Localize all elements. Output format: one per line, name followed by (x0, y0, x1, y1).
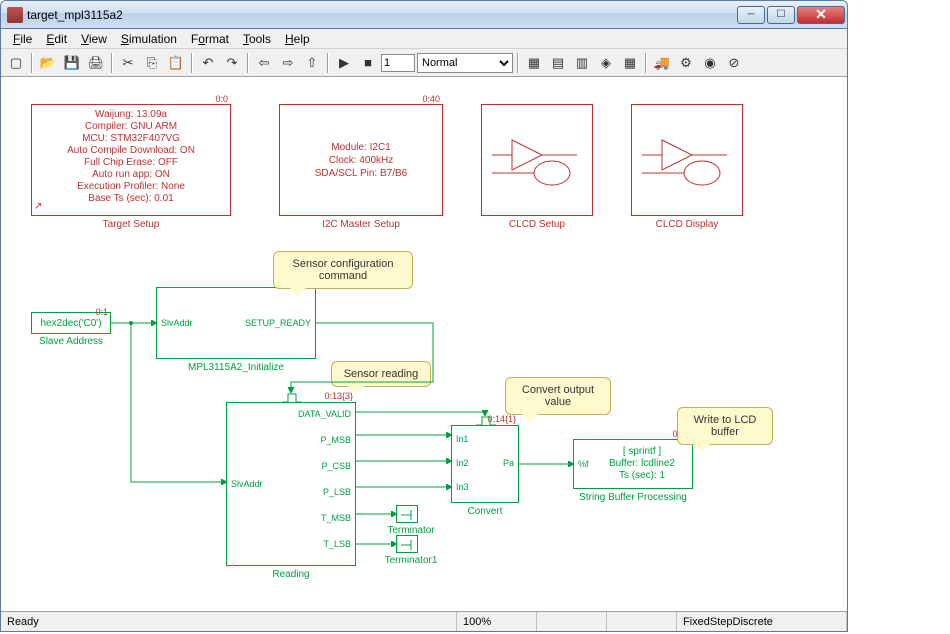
open-button[interactable]: 📂 (37, 52, 59, 74)
port-reading-out3: P_LSB (323, 487, 351, 497)
block-target-setup[interactable]: 0:0 Waijung: 13.09a Compiler: GNU ARM MC… (31, 104, 231, 216)
maximize-button[interactable]: ☐ (767, 6, 795, 24)
port-reading-out4: T_MSB (321, 513, 351, 523)
port-reading-out2: P_CSB (321, 461, 351, 471)
nav-up-button[interactable]: ⇧ (301, 52, 323, 74)
port-reading-out5: T_LSB (323, 539, 351, 549)
new-model-button[interactable]: ▢ (5, 52, 27, 74)
tool-button-5[interactable]: ▦ (619, 52, 641, 74)
window-controls: ─ ☐ ✕ (737, 6, 845, 24)
status-zoom: 100% (457, 612, 537, 631)
tooltip-sensor-reading: Sensor reading (331, 361, 431, 387)
window-title: target_mpl3115a2 (27, 8, 737, 22)
mode-select[interactable]: Normal (417, 53, 513, 73)
close-button[interactable]: ✕ (797, 6, 845, 24)
label-slave-address: Slave Address (31, 336, 111, 347)
tool-button-3[interactable]: ▥ (571, 52, 593, 74)
status-empty1 (537, 612, 607, 631)
canvas[interactable]: 0:0 Waijung: 13.09a Compiler: GNU ARM MC… (1, 77, 847, 609)
block-reading[interactable]: 0:13{3} SlvAddr DATA_VALID P_MSB P_CSB P… (226, 402, 356, 566)
port-convert-in3: In3 (456, 482, 469, 492)
port-strbuf-in: %f (578, 458, 589, 470)
menu-format[interactable]: Format (185, 30, 235, 48)
tool-button-7[interactable]: ⚙ (675, 52, 697, 74)
block-terminator[interactable] (396, 505, 418, 523)
app-window: target_mpl3115a2 ─ ☐ ✕ File Edit View Si… (0, 0, 848, 632)
nav-back-button[interactable]: ⇦ (253, 52, 275, 74)
label-initialize: MPL3115A2_Initialize (156, 362, 316, 373)
block-initialize[interactable]: SlvAddr SETUP_READY (156, 287, 316, 359)
block-i2c-master[interactable]: 0:40 Module: I2C1 Clock: 400kHz SDA/SCL … (279, 104, 443, 216)
menu-view[interactable]: View (75, 30, 113, 48)
status-ready: Ready (1, 612, 457, 631)
app-icon (7, 7, 23, 23)
tooltip-convert-output: Convert output value (505, 377, 611, 415)
tool-button-9[interactable]: ⊘ (723, 52, 745, 74)
menu-help[interactable]: Help (279, 30, 316, 48)
block-clcd-setup[interactable] (481, 104, 593, 216)
tool-button-6[interactable]: 🚚 (651, 52, 673, 74)
port-reading-in: SlvAddr (231, 479, 263, 489)
port-initialize-out: SETUP_READY (245, 318, 311, 328)
status-solver: FixedStepDiscrete (677, 612, 847, 631)
stop-button[interactable]: ■ (357, 52, 379, 74)
titlebar[interactable]: target_mpl3115a2 ─ ☐ ✕ (1, 1, 847, 29)
badge-target-setup: 0:0 (215, 93, 228, 105)
copy-button[interactable]: ⎘ (141, 52, 163, 74)
block-clcd-display[interactable] (631, 104, 743, 216)
undo-button[interactable]: ↶ (197, 52, 219, 74)
status-empty2 (607, 612, 677, 631)
minimize-button[interactable]: ─ (737, 6, 765, 24)
port-reading-out1: P_MSB (320, 435, 351, 445)
redo-button[interactable]: ↷ (221, 52, 243, 74)
nav-fwd-button[interactable]: ⇨ (277, 52, 299, 74)
port-convert-in2: In2 (456, 458, 469, 468)
port-initialize-in: SlvAddr (161, 318, 193, 328)
label-clcd-display: CLCD Display (631, 219, 743, 230)
label-clcd-setup: CLCD Setup (481, 219, 593, 230)
badge-i2c: 0:40 (422, 93, 440, 106)
tool-button-8[interactable]: ◉ (699, 52, 721, 74)
menu-edit[interactable]: Edit (40, 30, 73, 48)
label-convert: Convert (451, 506, 519, 517)
badge-slave: 0:1 (95, 301, 108, 323)
port-reading-out0: DATA_VALID (298, 409, 351, 419)
tooltip-write-lcd: Write to LCD buffer (677, 407, 773, 445)
label-target-setup: Target Setup (31, 219, 231, 230)
paste-button[interactable]: 📋 (165, 52, 187, 74)
block-terminator1[interactable] (396, 535, 418, 553)
cut-button[interactable]: ✂ (117, 52, 139, 74)
tooltip-sensor-config: Sensor configuration command (273, 251, 413, 289)
block-convert[interactable]: 0:14{1} In1 In2 In3 Pa (451, 425, 519, 503)
port-convert-in1: In1 (456, 434, 469, 444)
toolbar: ▢ 📂 💾 🖨 ✂ ⎘ 📋 ↶ ↷ ⇦ ⇨ ⇧ ▶ ■ Normal ▦ ▤ ▥… (1, 49, 847, 77)
menu-file[interactable]: File (7, 30, 38, 48)
save-button[interactable]: 💾 (61, 52, 83, 74)
block-slave-address[interactable]: 0:1 hex2dec('C0') (31, 312, 111, 334)
menu-simulation[interactable]: Simulation (115, 30, 183, 48)
play-button[interactable]: ▶ (333, 52, 355, 74)
label-terminator1: Terminator1 (381, 555, 441, 566)
label-i2c-master: I2C Master Setup (279, 219, 443, 230)
label-string-buffer: String Buffer Processing (563, 492, 703, 503)
tool-button-2[interactable]: ▤ (547, 52, 569, 74)
tool-button-1[interactable]: ▦ (523, 52, 545, 74)
menubar: File Edit View Simulation Format Tools H… (1, 29, 847, 49)
statusbar: Ready 100% FixedStepDiscrete (1, 611, 847, 631)
label-reading: Reading (226, 569, 356, 580)
block-string-buffer[interactable]: 0:15 %f [ sprintf ] Buffer: lcdline2 Ts … (573, 439, 693, 489)
step-input[interactable] (381, 54, 415, 72)
tool-button-4[interactable]: ◈ (595, 52, 617, 74)
menu-tools[interactable]: Tools (237, 30, 277, 48)
print-button[interactable]: 🖨 (85, 52, 107, 74)
port-convert-out: Pa (503, 458, 514, 468)
